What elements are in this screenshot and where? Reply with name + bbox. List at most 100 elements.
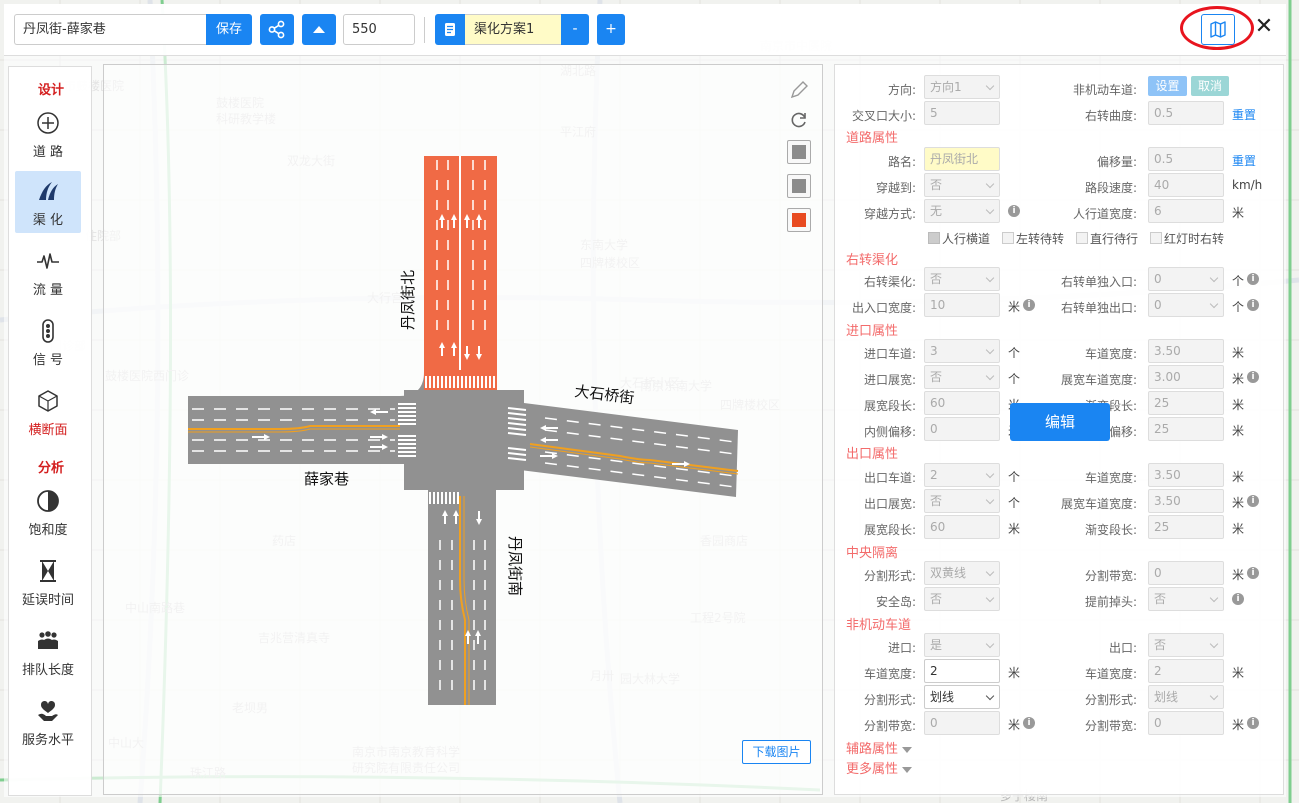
right-on-red-checkbox[interactable]: 红灯时右转 xyxy=(1150,230,1224,247)
offset-reset-link[interactable]: 重置 xyxy=(1232,152,1256,169)
road-label-west: 薛家巷 xyxy=(304,470,349,488)
sidewalk-width-input[interactable]: 6 xyxy=(1148,199,1224,223)
early-uturn-select[interactable]: 否 xyxy=(1148,587,1224,611)
divider-type-select[interactable]: 双黄线 xyxy=(924,561,1000,585)
nm-exit-select[interactable]: 否 xyxy=(1148,633,1224,657)
exit-gradual-len-label: 渐变段长: xyxy=(1084,523,1137,537)
more-props-toggle[interactable]: 更多属性 xyxy=(846,758,912,777)
nm-divider-in-select[interactable]: 划线 xyxy=(924,685,1000,709)
sidewalk-unit: 米 xyxy=(1232,206,1245,220)
exit-widen-unit: 个 xyxy=(1008,496,1021,510)
exit-widen-select[interactable]: 否 xyxy=(924,489,1000,513)
intersection-size-input[interactable]: 5 xyxy=(924,101,1000,125)
nm-divider-out-select[interactable]: 划线 xyxy=(1148,685,1224,709)
entry-gradual-len-unit: 米 xyxy=(1232,398,1245,412)
entry-widen-width-input[interactable]: 3.00 xyxy=(1148,365,1224,389)
median-section-header: 中央隔离 xyxy=(846,546,899,561)
outer-offset-input[interactable]: 25 xyxy=(1148,417,1224,441)
nm-width-in-input[interactable]: 2 xyxy=(924,659,1000,683)
aux-road-toggle[interactable]: 辅路属性 xyxy=(846,738,912,757)
cross-to-label: 穿越到: xyxy=(875,181,916,195)
nonmotor-set-button[interactable]: 设置 xyxy=(1148,76,1187,96)
nm-exit-label: 出口: xyxy=(1108,641,1137,655)
refuge-island-select[interactable]: 否 xyxy=(924,587,1000,611)
nm-band-out-info-icon[interactable]: i xyxy=(1247,717,1259,729)
nonmotor-cancel-button[interactable]: 取消 xyxy=(1191,76,1229,96)
exit-widen-width-label: 展宽车道宽度: xyxy=(1060,497,1137,511)
exit-widen-len-unit: 米 xyxy=(1008,522,1021,536)
download-image-button[interactable]: 下载图片 xyxy=(742,740,811,764)
inner-offset-input[interactable]: 0 xyxy=(924,417,1000,441)
nm-width-out-unit: 米 xyxy=(1232,666,1245,680)
nm-band-out-label: 分割带宽: xyxy=(1084,719,1137,733)
swatch-orange-fill xyxy=(792,213,806,227)
swatch-gray-fill xyxy=(792,145,806,159)
offset-label: 偏移量: xyxy=(1096,155,1137,169)
rt-entry-select[interactable]: 0 xyxy=(1148,267,1224,291)
nm-width-out-label: 车道宽度: xyxy=(1084,667,1137,681)
entry-widen-len-label: 展宽段长: xyxy=(863,399,916,413)
exit-widen-len-input[interactable]: 60 xyxy=(924,515,1000,539)
curvature-reset-link[interactable]: 重置 xyxy=(1232,106,1256,123)
exit-widen-info-icon[interactable]: i xyxy=(1247,495,1259,507)
exit-section-header: 出口属性 xyxy=(846,447,899,462)
refuge-island-label: 安全岛: xyxy=(875,595,916,609)
entry-lane-width-input[interactable]: 3.50 xyxy=(1148,339,1224,363)
divider-width-info-icon[interactable]: i xyxy=(1247,567,1259,579)
rt-exit-info-icon[interactable]: i xyxy=(1247,299,1259,311)
right-turn-curvature-input[interactable]: 0.5 xyxy=(1148,101,1224,125)
nm-band-in-input[interactable]: 0 xyxy=(924,711,1000,735)
intersection-size-label: 交叉口大小: xyxy=(851,109,916,123)
nm-band-in-unit: 米 xyxy=(1008,718,1021,732)
south-road[interactable] xyxy=(428,490,496,705)
entry-lanes-select[interactable]: 3 xyxy=(924,339,1000,363)
exit-gradual-len-input[interactable]: 25 xyxy=(1148,515,1224,539)
straight-wait-checkbox[interactable]: 直行待行 xyxy=(1076,230,1138,247)
entry-widen-len-input[interactable]: 60 xyxy=(924,391,1000,415)
outer-offset-unit: 米 xyxy=(1232,424,1245,438)
exit-lane-width-label: 车道宽度: xyxy=(1084,471,1137,485)
road-name-input[interactable]: 丹凤街北 xyxy=(924,147,1000,171)
entry-gradual-len-input[interactable]: 25 xyxy=(1148,391,1224,415)
nm-entry-label: 进口: xyxy=(887,641,916,655)
entry-widen-select[interactable]: 否 xyxy=(924,365,1000,389)
nm-width-in-unit: 米 xyxy=(1008,666,1021,680)
cross-to-select[interactable]: 否 xyxy=(924,173,1000,197)
io-width-input[interactable]: 10 xyxy=(924,293,1000,317)
nonmotor-lane-label: 非机动车道: xyxy=(1072,83,1137,97)
direction-select[interactable]: 方向1 xyxy=(924,75,1000,99)
early-uturn-label: 提前掉头: xyxy=(1084,595,1137,609)
nm-band-out-input[interactable]: 0 xyxy=(1148,711,1224,735)
exit-lanes-select[interactable]: 2 xyxy=(924,463,1000,487)
cross-mode-info-icon[interactable]: i xyxy=(1008,205,1020,217)
rt-entry-info-icon[interactable]: i xyxy=(1247,273,1259,285)
crosswalk-checkbox[interactable]: 人行横道 xyxy=(928,230,990,247)
direction-label: 方向: xyxy=(887,83,916,97)
offset-input[interactable]: 0.5 xyxy=(1148,147,1224,171)
left-turn-wait-checkbox[interactable]: 左转待转 xyxy=(1002,230,1064,247)
exit-widen-width-unit: 米 xyxy=(1232,496,1245,510)
road-label-north: 丹凤街北 xyxy=(399,270,417,330)
divider-width-label: 分割带宽: xyxy=(1084,569,1137,583)
exit-lanes-unit: 个 xyxy=(1008,470,1021,484)
cross-mode-select[interactable]: 无 xyxy=(924,199,1000,223)
exit-lane-width-unit: 米 xyxy=(1232,470,1245,484)
road-section-header: 道路属性 xyxy=(846,131,899,146)
rt-exit-select[interactable]: 0 xyxy=(1148,293,1224,317)
right-turn-channel-label: 右转渠化: xyxy=(863,275,916,289)
entry-widen-info-icon[interactable]: i xyxy=(1247,371,1259,383)
segment-speed-input[interactable]: 40 xyxy=(1148,173,1224,197)
divider-width-input[interactable]: 0 xyxy=(1148,561,1224,585)
exit-lanes-label: 出口车道: xyxy=(863,471,916,485)
entry-widen-width-unit: 米 xyxy=(1232,372,1245,386)
early-uturn-info-icon[interactable]: i xyxy=(1232,593,1244,605)
nm-entry-select[interactable]: 是 xyxy=(924,633,1000,657)
entry-widen-width-label: 展宽车道宽度: xyxy=(1060,373,1137,387)
exit-lane-width-input[interactable]: 3.50 xyxy=(1148,463,1224,487)
edit-button[interactable]: 编辑 xyxy=(1010,403,1110,441)
nm-divider-in-label: 分割形式: xyxy=(863,693,916,707)
nm-width-out-input[interactable]: 2 xyxy=(1148,659,1224,683)
right-turn-curvature-label: 右转曲度: xyxy=(1084,109,1137,123)
exit-widen-width-input[interactable]: 3.50 xyxy=(1148,489,1224,513)
right-turn-channel-select[interactable]: 否 xyxy=(924,267,1000,291)
